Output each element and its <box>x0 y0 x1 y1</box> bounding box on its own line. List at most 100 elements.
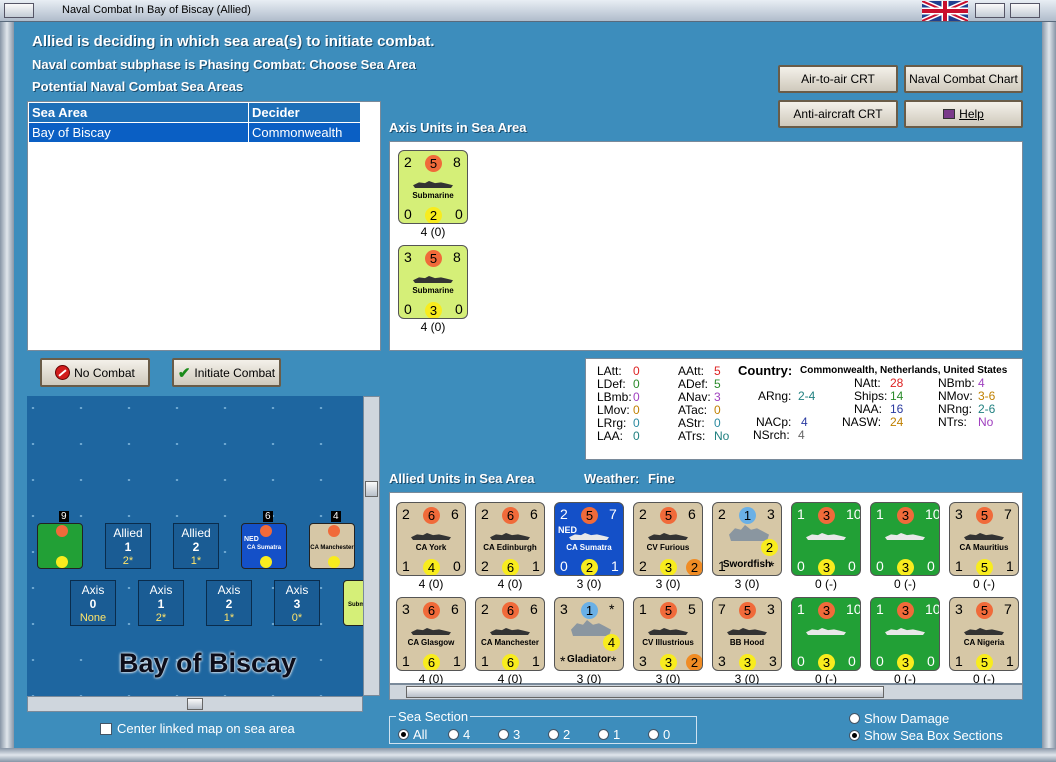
center-map-checkbox[interactable]: Center linked map on sea area <box>100 721 295 736</box>
counter-bottom-right: 0 <box>455 206 463 222</box>
help-label: Help <box>959 107 984 121</box>
axis-sea-box-1[interactable]: Axis 1 2* <box>138 580 184 626</box>
counter-bottom-right: 1 <box>611 558 619 574</box>
radio-indicator[interactable] <box>448 729 459 740</box>
counter-bottom-left: 3 <box>639 653 647 669</box>
counter-top-right: 6 <box>688 506 696 522</box>
naval-combat-chart-button[interactable]: Naval Combat Chart <box>904 65 1023 93</box>
map-vscroll-thumb[interactable] <box>365 481 378 497</box>
no-combat-button[interactable]: No Combat <box>40 358 150 387</box>
unit-counter[interactable]: 1 3 10 0 3 0 <box>791 502 861 576</box>
map-vscrollbar[interactable] <box>363 396 380 696</box>
unit-counter[interactable]: 3 5 7 CA Mauritius 1 5 1 <box>949 502 1019 576</box>
ship-icon <box>964 628 1004 635</box>
stat-label: LMov: <box>597 403 630 417</box>
sea-section-option-All[interactable]: All <box>398 727 427 742</box>
map-unit-stack[interactable]: CA Manchester <box>309 523 355 569</box>
radio-indicator[interactable] <box>598 729 609 740</box>
show-damage-radio[interactable]: Show Damage <box>849 711 949 726</box>
stat-label: LBmb: <box>597 390 632 404</box>
radio-indicator[interactable] <box>498 729 509 740</box>
unit-counter[interactable]: 7 5 3 BB Hood 3 3 3 <box>712 597 782 671</box>
unit-counter[interactable]: 3 1 * Gladiator * 4 * <box>554 597 624 671</box>
unit-counter[interactable]: 2 5 8 Submarine 0 2 0 <box>398 150 468 224</box>
stat-value: 0 <box>714 416 721 430</box>
unit-counter[interactable]: 1 5 5 CV Illustrious 3 3 2 <box>633 597 703 671</box>
counter-strength: 0 (-) <box>815 577 837 591</box>
counter-top-left: 1 <box>797 601 805 617</box>
checkbox-box[interactable] <box>100 722 112 735</box>
unit-counter[interactable]: 2 6 6 CA York 1 4 0 <box>396 502 466 576</box>
window-menu-button[interactable] <box>4 3 34 18</box>
counter-bottom-right: 1 <box>1006 653 1014 669</box>
minimize-button[interactable] <box>975 3 1005 18</box>
air-to-air-crt-button[interactable]: Air-to-air CRT <box>778 65 898 93</box>
ship-icon <box>413 276 453 283</box>
radio-indicator[interactable] <box>548 729 559 740</box>
unit-counter[interactable]: 3 6 6 CA Glasgow 1 6 1 <box>396 597 466 671</box>
sea-section-option-0[interactable]: 0 <box>648 727 670 742</box>
show-sections-label: Show Sea Box Sections <box>864 728 1003 743</box>
counter-top-left: 2 <box>560 506 568 522</box>
sea-section-option-4[interactable]: 4 <box>448 727 470 742</box>
map-unit-stack[interactable]: Subm <box>343 580 363 626</box>
allied-hscrollbar[interactable] <box>389 684 1023 700</box>
counter-bottom-right: 3 <box>769 653 777 669</box>
sea-section-option-1[interactable]: 1 <box>598 727 620 742</box>
anti-aircraft-crt-button[interactable]: Anti-aircraft CRT <box>778 100 898 128</box>
unit-counter[interactable]: 1 3 10 0 3 0 <box>870 597 940 671</box>
map-hscroll-thumb[interactable] <box>187 698 203 710</box>
radio-indicator[interactable] <box>398 729 409 740</box>
sea-section-option-label: All <box>413 727 428 742</box>
counter-top-left: 3 <box>955 601 963 617</box>
counter-top-left: 2 <box>404 154 412 170</box>
axis-sea-box-3[interactable]: Axis 3 0* <box>274 580 320 626</box>
sea-area-map[interactable]: Bay of Biscay Allied 1 2* Allied 2 1* Axis 0 Non… <box>27 396 363 696</box>
map-unit-stack[interactable]: CA Sumatra NED <box>241 523 287 569</box>
map-hscrollbar[interactable] <box>27 696 363 712</box>
axis-sea-box-0[interactable]: Axis 0 None <box>70 580 116 626</box>
stat-label: LRrg: <box>597 416 627 430</box>
unit-counter[interactable]: 2 1 3 Swordfish 1 2 * <box>712 502 782 576</box>
unit-counter[interactable]: 3 5 7 CA Nigeria 1 5 1 <box>949 597 1019 671</box>
unit-counter[interactable]: 2 6 6 CA Manchester 1 6 1 <box>475 597 545 671</box>
unit-counter[interactable]: 2 6 6 CA Edinburgh 2 6 1 <box>475 502 545 576</box>
book-icon <box>943 109 956 119</box>
allied-sea-box-2[interactable]: Allied 2 1* <box>173 523 219 569</box>
axis-sea-box-2[interactable]: Axis 2 1* <box>206 580 252 626</box>
counter-top-circle: 6 <box>502 507 519 524</box>
counter-top-left: 3 <box>560 601 568 617</box>
sea-area-table[interactable]: Sea Area Decider Bay of Biscay Commonwea… <box>27 101 381 351</box>
counter-bottom-left: 1 <box>955 558 963 574</box>
counter-bottom-right: * <box>611 653 617 669</box>
country-label: Country: <box>738 363 793 378</box>
allied-hscroll-thumb[interactable] <box>406 686 884 698</box>
sea-section-label: Sea Section <box>396 709 471 724</box>
unit-counter[interactable]: 2 5 7 NED CA Sumatra 0 2 1 <box>554 502 624 576</box>
col-sea-area[interactable]: Sea Area <box>28 102 249 123</box>
unit-counter[interactable]: 3 5 8 Submarine 0 3 0 <box>398 245 468 319</box>
table-row[interactable]: Bay of Biscay Commonwealth <box>28 122 361 143</box>
map-unit-stack[interactable] <box>37 523 83 569</box>
counter-strength: 3 (0) <box>655 577 681 591</box>
show-sections-radio[interactable]: Show Sea Box Sections <box>849 728 1003 743</box>
close-button[interactable] <box>1010 3 1040 18</box>
box-side: Axis <box>285 583 309 597</box>
col-decider[interactable]: Decider <box>248 102 361 123</box>
allied-sea-box-1[interactable]: Allied 1 2* <box>105 523 151 569</box>
radio-indicator[interactable] <box>648 729 659 740</box>
unit-counter[interactable]: 2 5 6 CV Furious 2 3 2 <box>633 502 703 576</box>
sea-section-option-3[interactable]: 3 <box>498 727 520 742</box>
counter-strength: 4 (0) <box>420 225 446 239</box>
sea-section-option-2[interactable]: 2 <box>548 727 570 742</box>
radio-indicator[interactable] <box>849 730 860 741</box>
unit-counter[interactable]: 1 3 10 0 3 0 <box>791 597 861 671</box>
radio-indicator[interactable] <box>849 713 860 724</box>
unit-counter[interactable]: 1 3 10 0 3 0 <box>870 502 940 576</box>
stat-value: 0 <box>633 364 640 378</box>
counter-top-circle: 1 <box>581 602 598 619</box>
help-button[interactable]: Help <box>904 100 1023 128</box>
counter-bottom-circle: 4 <box>603 634 620 651</box>
initiate-combat-button[interactable]: ✔ Initiate Combat <box>172 358 281 387</box>
frame-bottom <box>0 748 1056 762</box>
